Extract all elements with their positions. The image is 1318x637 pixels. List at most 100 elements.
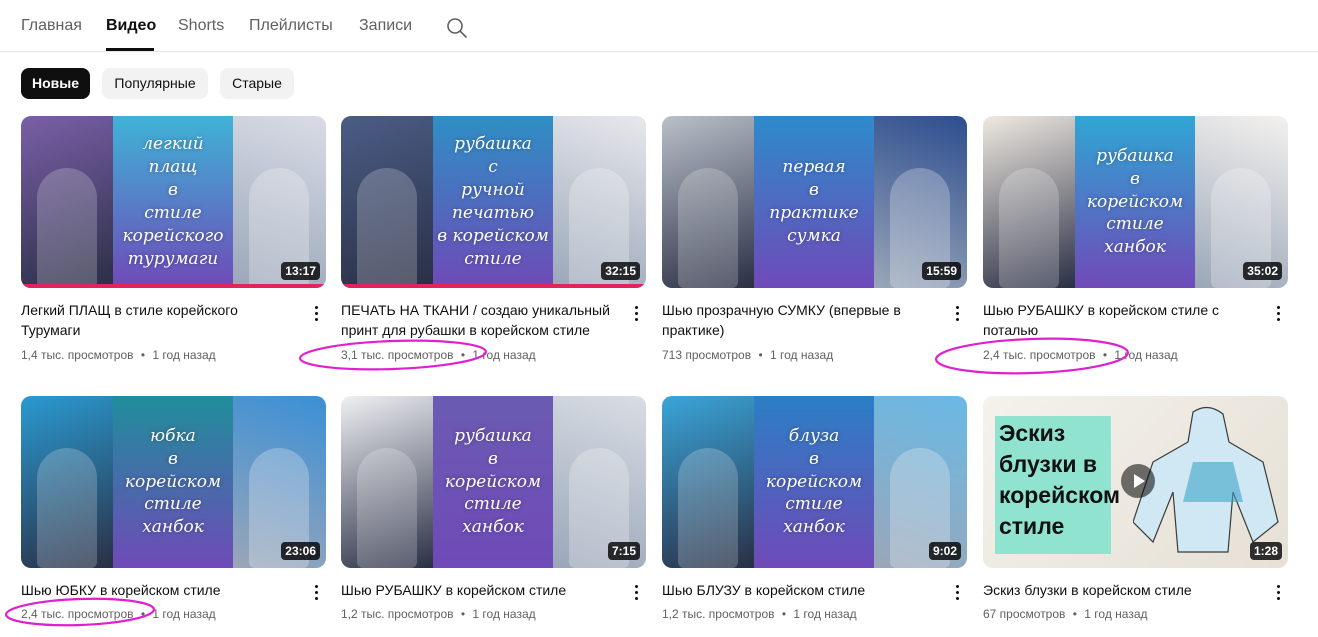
more-options-icon[interactable]	[1273, 583, 1283, 603]
video-duration: 9:02	[928, 542, 961, 560]
thumbnail-overlay-text: легкий плащ в стиле корейского турумаги	[122, 134, 224, 269]
video-meta: 2,4 тыс. просмотров • 1 год назад	[21, 607, 216, 621]
meta-separator: •	[758, 348, 763, 362]
video-meta: 713 просмотров • 1 год назад	[662, 348, 833, 362]
video-duration: 32:15	[601, 262, 640, 280]
more-options-icon[interactable]	[952, 304, 962, 324]
watch-progress-bar	[21, 284, 326, 288]
video-meta: 3,1 тыс. просмотров • 1 год назад	[341, 348, 536, 362]
video-card[interactable]: легкий плащ в стиле корейского турумаги …	[21, 116, 326, 362]
meta-separator: •	[781, 607, 787, 621]
video-meta: 2,4 тыс. просмотров • 1 год назад	[983, 348, 1178, 362]
tab-posts[interactable]: Записи	[359, 17, 412, 35]
view-count: 2,4 тыс. просмотров	[21, 607, 134, 621]
upload-age: 1 год назад	[769, 348, 834, 362]
video-title[interactable]: Эскиз блузки в корейском стиле	[983, 580, 1255, 600]
tab-home[interactable]: Главная	[21, 17, 82, 35]
meta-separator: •	[460, 607, 466, 621]
meta-separator: •	[140, 348, 146, 362]
video-title[interactable]: Шью РУБАШКУ в корейском стиле с поталью	[983, 300, 1255, 340]
thumbnail-person-figure	[999, 168, 1059, 288]
upload-age: 1 год назад	[152, 607, 216, 621]
more-options-icon[interactable]	[952, 583, 962, 603]
chip-new[interactable]: Новые	[21, 68, 90, 99]
view-count: 1,2 тыс. просмотров	[341, 607, 454, 621]
thumbnail-overlay-text: Эскиз блузки в корейском стиле	[999, 420, 1120, 539]
view-count: 1,4 тыс. просмотров	[21, 348, 134, 362]
video-title[interactable]: Шью РУБАШКУ в корейском стиле	[341, 580, 613, 600]
more-options-icon[interactable]	[1273, 304, 1283, 324]
thumbnail-person-figure	[678, 168, 738, 288]
chip-old[interactable]: Старые	[220, 68, 294, 99]
video-thumbnail[interactable]: рубашка в корейском стиле ханбок 7:15	[341, 396, 646, 568]
upload-age: 1 год назад	[1114, 348, 1178, 362]
view-count: 3,1 тыс. просмотров	[341, 348, 454, 362]
video-card[interactable]: первая в практике сумка 15:59 Шью прозра…	[662, 116, 967, 362]
upload-age: 1 год назад	[472, 348, 536, 362]
more-options-icon[interactable]	[631, 583, 641, 603]
video-duration: 35:02	[1243, 262, 1282, 280]
thumbnail-person-figure	[678, 448, 738, 568]
video-title[interactable]: Шью БЛУЗУ в корейском стиле	[662, 580, 934, 600]
channel-tabs: Главная Видео Shorts Плейлисты Записи	[0, 0, 1318, 52]
more-options-icon[interactable]	[631, 304, 641, 324]
video-title[interactable]: Шью прозрачную СУМКУ (впервые в практике…	[662, 300, 934, 340]
video-card[interactable]: рубашка в корейском стиле ханбок 7:15 Шь…	[341, 396, 646, 621]
tab-videos[interactable]: Видео	[106, 17, 156, 35]
view-count: 2,4 тыс. просмотров	[983, 348, 1096, 362]
video-meta: 1,2 тыс. просмотров • 1 год назад	[341, 607, 536, 621]
more-options-icon[interactable]	[311, 583, 321, 603]
upload-age: 1 год назад	[1084, 607, 1148, 621]
video-meta: 1,4 тыс. просмотров • 1 год назад	[21, 348, 216, 362]
tab-playlists[interactable]: Плейлисты	[249, 17, 333, 35]
video-card[interactable]: блуза в корейском стиле ханбок 9:02 Шью …	[662, 396, 967, 621]
video-thumbnail[interactable]: юбка в корейском стиле ханбок 23:06	[21, 396, 326, 568]
video-card[interactable]: рубашка с ручной печатью в корейском сти…	[341, 116, 646, 362]
thumbnail-overlay-text: юбка в корейском стиле ханбок	[124, 425, 222, 538]
thumbnail-person-figure	[357, 168, 417, 288]
video-thumbnail[interactable]: Эскиз блузки в корейском стиле 1:28	[983, 396, 1288, 568]
video-duration: 7:15	[607, 542, 640, 560]
video-card[interactable]: Эскиз блузки в корейском стиле 1:28 Эски…	[983, 396, 1288, 621]
tab-shorts[interactable]: Shorts	[178, 17, 224, 35]
video-meta: 1,2 тыс. просмотров • 1 год назад	[662, 607, 857, 621]
video-duration: 15:59	[922, 262, 961, 280]
thumbnail-person-figure	[357, 448, 417, 568]
play-icon	[1121, 464, 1155, 498]
thumbnail-overlay-text: рубашка с ручной печатью в корейском сти…	[437, 134, 549, 269]
thumbnail-overlay-text: первая в практике сумка	[769, 157, 859, 246]
upload-age: 1 год назад	[472, 607, 536, 621]
more-options-icon[interactable]	[311, 304, 321, 324]
video-card[interactable]: рубашка в корейском стиле ханбок 35:02 Ш…	[983, 116, 1288, 362]
video-thumbnail[interactable]: легкий плащ в стиле корейского турумаги …	[21, 116, 326, 288]
search-icon[interactable]	[446, 17, 468, 39]
thumbnail-person-figure	[37, 448, 97, 568]
thumbnail-overlay-text: рубашка в корейском стиле ханбок	[1086, 145, 1184, 258]
watch-progress-bar	[341, 284, 646, 288]
video-thumbnail[interactable]: первая в практике сумка 15:59	[662, 116, 967, 288]
thumbnail-overlay-text: блуза в корейском стиле ханбок	[765, 425, 863, 538]
meta-separator: •	[1102, 348, 1108, 362]
thumbnail-person-figure	[37, 168, 97, 288]
video-title[interactable]: Шью ЮБКУ в корейском стиле	[21, 580, 293, 600]
fashion-sketch-drawing	[1133, 406, 1279, 553]
view-count: 713 просмотров	[662, 348, 752, 362]
video-meta: 67 просмотров • 1 год назад	[983, 607, 1148, 621]
meta-separator: •	[1072, 607, 1077, 621]
video-thumbnail[interactable]: рубашка в корейском стиле ханбок 35:02	[983, 116, 1288, 288]
chip-popular[interactable]: Популярные	[102, 68, 208, 99]
view-count: 1,2 тыс. просмотров	[662, 607, 775, 621]
upload-age: 1 год назад	[152, 348, 216, 362]
video-thumbnail[interactable]: рубашка с ручной печатью в корейском сти…	[341, 116, 646, 288]
thumbnail-overlay-text: рубашка в корейском стиле ханбок	[444, 425, 542, 538]
video-title[interactable]: ПЕЧАТЬ НА ТКАНИ / создаю уникальный прин…	[341, 300, 613, 340]
video-card[interactable]: юбка в корейском стиле ханбок 23:06 Шью …	[21, 396, 326, 621]
video-duration: 1:28	[1249, 542, 1282, 560]
meta-separator: •	[140, 607, 146, 621]
video-thumbnail[interactable]: блуза в корейском стиле ханбок 9:02	[662, 396, 967, 568]
video-title[interactable]: Легкий ПЛАЩ в стиле корейского Турумаги	[21, 300, 293, 340]
active-tab-indicator	[106, 48, 154, 51]
video-duration: 13:17	[281, 262, 320, 280]
video-duration: 23:06	[281, 542, 320, 560]
view-count: 67 просмотров	[983, 607, 1066, 621]
